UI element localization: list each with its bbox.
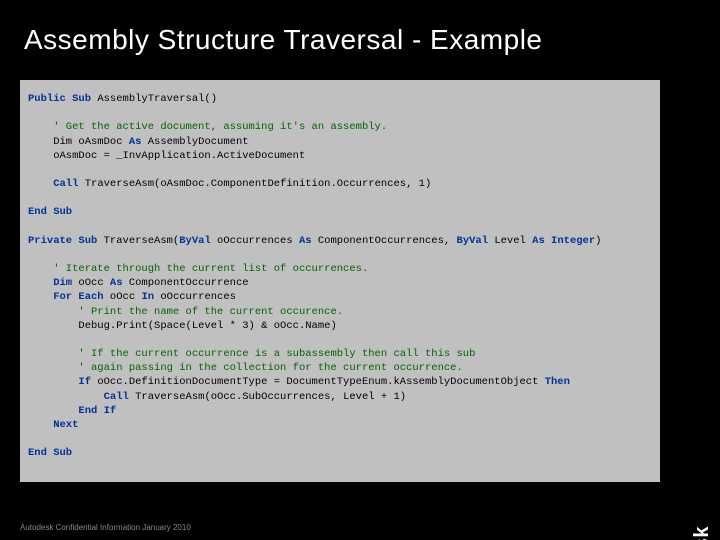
code: AssemblyTraversal() [91, 93, 217, 105]
code: End If [28, 405, 116, 417]
code: Call [28, 391, 129, 403]
code-comment: ' Print the name of the current occurenc… [28, 306, 343, 318]
code: Private Sub [28, 235, 97, 247]
code: oOcc [104, 291, 142, 303]
slide: Assembly Structure Traversal - Example P… [0, 0, 720, 540]
code: TraverseAsm(oAsmDoc.ComponentDefinition.… [78, 178, 431, 190]
code: End Sub [28, 447, 72, 459]
code: oOcc [72, 277, 110, 289]
code: End Sub [28, 206, 72, 218]
code-comment: ' Get the active document, assuming it's… [28, 121, 387, 133]
code: Debug.Print(Space(Level * 3) & oOcc.Name… [28, 320, 337, 332]
page-title: Assembly Structure Traversal - Example [24, 24, 543, 56]
code: ) [595, 235, 601, 247]
code: AssemblyDocument [141, 136, 248, 148]
page-number [360, 525, 362, 532]
code: As [129, 136, 142, 148]
code: Level [488, 235, 532, 247]
code: Public Sub [28, 93, 91, 105]
code-block: Public Sub AssemblyTraversal() ' Get the… [20, 80, 660, 482]
code: oOccurrences [211, 235, 299, 247]
code: ComponentOccurrence [123, 277, 249, 289]
code-comment: ' Iterate through the current list of oc… [28, 263, 368, 275]
code: oOcc.DefinitionDocumentType = DocumentTy… [91, 376, 545, 388]
code: TraverseAsm(oOcc.SubOccurrences, Level +… [129, 391, 406, 403]
code: TraverseAsm( [97, 235, 179, 247]
code: Dim oAsmDoc [28, 136, 129, 148]
code: In [141, 291, 154, 303]
code: Dim [28, 277, 72, 289]
code: oOccurrences [154, 291, 236, 303]
footer-text: Autodesk Confidential Information Januar… [20, 523, 191, 532]
code: ByVal [457, 235, 489, 247]
code: ComponentOccurrences, [312, 235, 457, 247]
code-comment: ' If the current occurrence is a subasse… [28, 348, 475, 360]
code: As Integer [532, 235, 595, 247]
code: For Each [28, 291, 104, 303]
code: oAsmDoc = _InvApplication.ActiveDocument [28, 150, 305, 162]
code: Call [28, 178, 78, 190]
code: Then [545, 376, 570, 388]
code: If [28, 376, 91, 388]
code: As [299, 235, 312, 247]
code: As [110, 277, 123, 289]
code: Next [28, 419, 78, 431]
code: ByVal [179, 235, 211, 247]
code-comment: ' again passing in the collection for th… [28, 362, 463, 374]
brand-sidebar: Autodesk [691, 526, 714, 540]
